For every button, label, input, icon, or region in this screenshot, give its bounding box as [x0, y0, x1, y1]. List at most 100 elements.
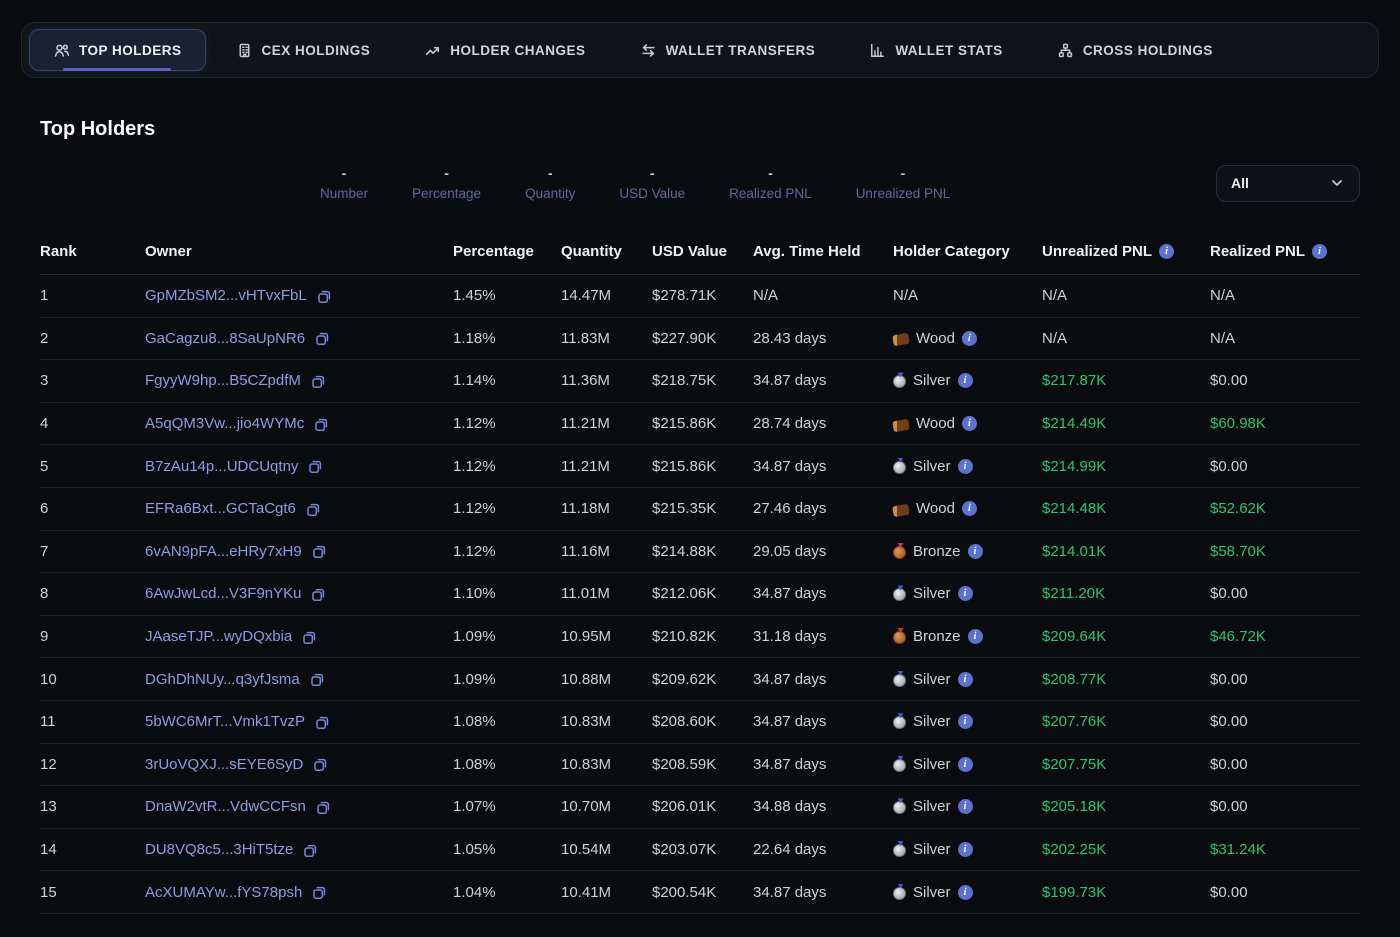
- column-header-owner: Owner: [145, 235, 453, 275]
- info-icon[interactable]: i: [958, 842, 973, 857]
- table-row: 13 DnaW2vtR...VdwCCFsn 1.07% 10.70M $206…: [40, 786, 1360, 829]
- holder-category-cell: Woodi: [893, 317, 1042, 360]
- copy-icon[interactable]: [316, 288, 332, 304]
- owner-address-link[interactable]: FgyyW9hp...B5CZpdfM: [145, 372, 301, 389]
- rank-cell: 2: [40, 317, 145, 360]
- avg-time-held-cell: 34.87 days: [753, 573, 893, 616]
- tab-label: HOLDER CHANGES: [450, 43, 585, 58]
- owner-cell: DnaW2vtR...VdwCCFsn: [145, 786, 453, 829]
- quantity-cell: 10.70M: [561, 786, 652, 829]
- holder-filter-dropdown[interactable]: All: [1216, 165, 1360, 202]
- usd-value-cell: $210.82K: [652, 615, 753, 658]
- tab-wallet-transfers[interactable]: WALLET TRANSFERS: [616, 29, 840, 71]
- holder-category-label: Silver: [913, 458, 951, 475]
- info-icon[interactable]: i: [958, 459, 973, 474]
- info-icon[interactable]: i: [962, 331, 977, 346]
- table-row: 1 GpMZbSM2...vHTvxFbL 1.45% 14.47M $278.…: [40, 275, 1360, 318]
- wood-medal-icon: [892, 333, 910, 347]
- copy-icon[interactable]: [311, 884, 327, 900]
- silver-medal-icon: [893, 461, 906, 474]
- owner-address-link[interactable]: DU8VQ8c5...3HiT5tze: [145, 841, 293, 858]
- quantity-cell: 11.21M: [561, 445, 652, 488]
- info-icon[interactable]: i: [958, 799, 973, 814]
- copy-icon[interactable]: [314, 714, 330, 730]
- percentage-cell: 1.08%: [453, 743, 561, 786]
- owner-address-link[interactable]: 6AwJwLcd...V3F9nYKu: [145, 585, 301, 602]
- usd-value-cell: $200.54K: [652, 871, 753, 914]
- tab-cross-holdings[interactable]: CROSS HOLDINGS: [1033, 29, 1237, 71]
- tab-holder-changes[interactable]: HOLDER CHANGES: [400, 29, 609, 71]
- trend-up-icon: [424, 42, 441, 59]
- avg-time-held-cell: 28.43 days: [753, 317, 893, 360]
- realized-pnl-cell: $60.98K: [1210, 402, 1360, 445]
- owner-cell: GaCagzu8...8SaUpNR6: [145, 317, 453, 360]
- owner-address-link[interactable]: GpMZbSM2...vHTvxFbL: [145, 287, 307, 304]
- rank-cell: 11: [40, 700, 145, 743]
- owner-address-link[interactable]: GaCagzu8...8SaUpNR6: [145, 330, 305, 347]
- owner-address-link[interactable]: 6vAN9pFA...eHRy7xH9: [145, 543, 302, 560]
- info-icon[interactable]: i: [958, 885, 973, 900]
- holder-category-cell: Silveri: [893, 573, 1042, 616]
- avg-time-held-cell: 34.87 days: [753, 700, 893, 743]
- info-icon[interactable]: i: [958, 373, 973, 388]
- copy-icon[interactable]: [307, 458, 323, 474]
- info-icon[interactable]: i: [958, 672, 973, 687]
- owner-address-link[interactable]: A5qQM3Vw...jio4WYMc: [145, 415, 304, 432]
- percentage-cell: 1.09%: [453, 658, 561, 701]
- info-icon[interactable]: i: [1312, 244, 1327, 259]
- owner-address-link[interactable]: JAaseTJP...wyDQxbia: [145, 628, 292, 645]
- summary-stat-usd-value: - USD Value: [619, 165, 685, 201]
- realized-pnl-cell: $0.00: [1210, 700, 1360, 743]
- unrealized-pnl-cell: $211.20K: [1042, 573, 1210, 616]
- realized-pnl-cell: N/A: [1210, 275, 1360, 318]
- info-icon[interactable]: i: [968, 544, 983, 559]
- tab-wallet-stats[interactable]: WALLET STATS: [845, 29, 1027, 71]
- copy-icon[interactable]: [309, 671, 325, 687]
- owner-cell: B7zAu14p...UDCUqtny: [145, 445, 453, 488]
- copy-icon[interactable]: [302, 842, 318, 858]
- realized-pnl-cell: $0.00: [1210, 445, 1360, 488]
- page-title: Top Holders: [40, 118, 1400, 141]
- wood-medal-icon: [892, 503, 910, 517]
- info-icon[interactable]: i: [968, 629, 983, 644]
- owner-cell: JAaseTJP...wyDQxbia: [145, 615, 453, 658]
- copy-icon[interactable]: [311, 543, 327, 559]
- holder-category-cell: Bronzei: [893, 530, 1042, 573]
- percentage-cell: 1.12%: [453, 445, 561, 488]
- table-row: 3 FgyyW9hp...B5CZpdfM 1.14% 11.36M $218.…: [40, 360, 1360, 403]
- copy-icon[interactable]: [314, 330, 330, 346]
- info-icon[interactable]: i: [962, 501, 977, 516]
- owner-address-link[interactable]: AcXUMAYw...fYS78psh: [145, 884, 302, 901]
- owner-address-link[interactable]: 3rUoVQXJ...sEYE6SyD: [145, 756, 303, 773]
- info-icon[interactable]: i: [958, 714, 973, 729]
- unrealized-pnl-cell: $207.76K: [1042, 700, 1210, 743]
- table-row: 8 6AwJwLcd...V3F9nYKu 1.10% 11.01M $212.…: [40, 573, 1360, 616]
- owner-address-link[interactable]: DnaW2vtR...VdwCCFsn: [145, 798, 306, 815]
- owner-address-link[interactable]: DGhDhNUy...q3yfJsma: [145, 671, 300, 688]
- owner-address-link[interactable]: 5bWC6MrT...Vmk1TvzP: [145, 713, 305, 730]
- unrealized-pnl-cell: $214.01K: [1042, 530, 1210, 573]
- tab-top-holders[interactable]: TOP HOLDERS: [29, 29, 206, 71]
- copy-icon[interactable]: [310, 373, 326, 389]
- tab-cex-holdings[interactable]: CEX HOLDINGS: [212, 29, 395, 71]
- copy-icon[interactable]: [305, 501, 321, 517]
- info-icon[interactable]: i: [1159, 244, 1174, 259]
- owner-cell: A5qQM3Vw...jio4WYMc: [145, 402, 453, 445]
- owner-address-link[interactable]: EFRa6Bxt...GCTaCgt6: [145, 500, 296, 517]
- realized-pnl-cell: $31.24K: [1210, 828, 1360, 871]
- network-icon: [1057, 42, 1074, 59]
- copy-icon[interactable]: [312, 756, 328, 772]
- avg-time-held-cell: 28.74 days: [753, 402, 893, 445]
- info-icon[interactable]: i: [962, 416, 977, 431]
- copy-icon[interactable]: [315, 799, 331, 815]
- copy-icon[interactable]: [301, 629, 317, 645]
- info-icon[interactable]: i: [958, 757, 973, 772]
- copy-icon[interactable]: [313, 416, 329, 432]
- rank-cell: 5: [40, 445, 145, 488]
- percentage-cell: 1.12%: [453, 487, 561, 530]
- tab-label: CEX HOLDINGS: [262, 43, 371, 58]
- info-icon[interactable]: i: [958, 586, 973, 601]
- copy-icon[interactable]: [310, 586, 326, 602]
- owner-address-link[interactable]: B7zAu14p...UDCUqtny: [145, 458, 298, 475]
- column-header-label: Holder Category: [893, 243, 1010, 260]
